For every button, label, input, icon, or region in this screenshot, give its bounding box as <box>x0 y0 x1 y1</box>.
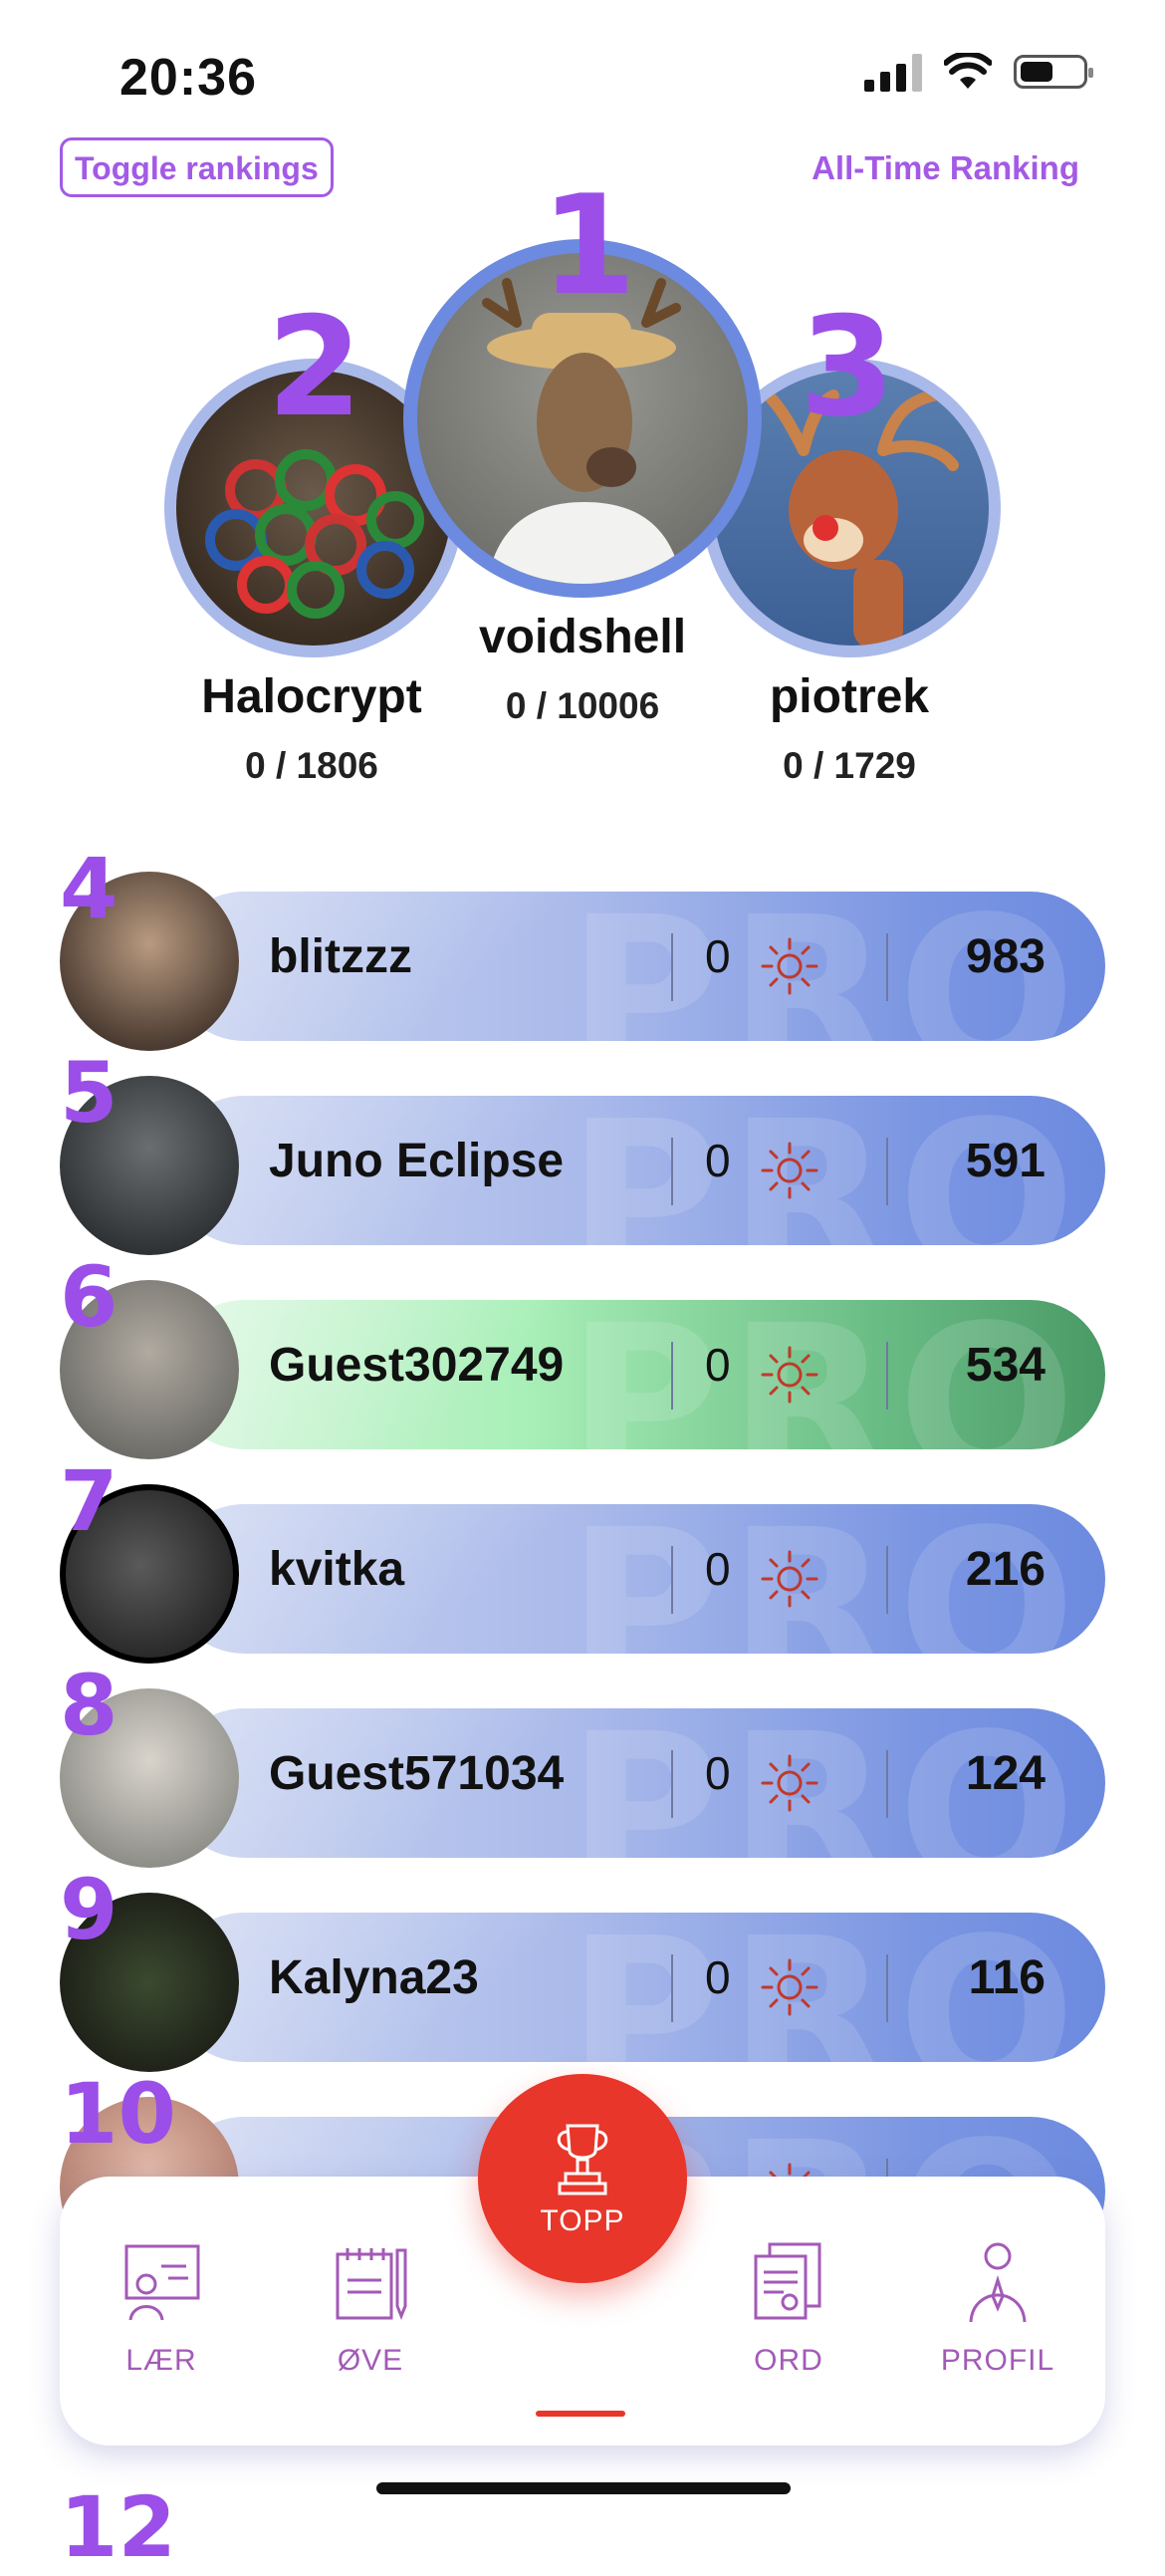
nav-learn-label: LÆR <box>125 2344 197 2377</box>
active-tab-indicator <box>536 2411 625 2417</box>
podium-name-3: piotrek <box>769 670 930 723</box>
divider <box>671 1546 673 1614</box>
streak-count: 0 <box>705 1339 731 1391</box>
podium-name-1: voidshell <box>478 611 687 663</box>
wifi-icon <box>944 53 992 89</box>
podium-score-3: 0 / 1729 <box>783 745 916 786</box>
username: blitzzz <box>269 930 412 983</box>
user-score: 216 <box>965 1543 1046 1596</box>
streak-count: 0 <box>705 930 731 982</box>
sun-icon <box>761 1754 818 1812</box>
profile-person-icon <box>969 2242 1027 2323</box>
notebook-pencil-icon <box>336 2248 407 2321</box>
peek-rank-number: 12 <box>60 2478 176 2576</box>
status-icons <box>864 52 1093 92</box>
divider <box>886 933 888 1001</box>
user-score: 983 <box>965 930 1046 983</box>
ranking-row[interactable]: PRO 6 Guest302749 0 534 <box>60 1255 1105 1459</box>
sun-icon <box>761 937 818 995</box>
nav-words[interactable]: ORD <box>709 2236 868 2378</box>
user-score: 534 <box>965 1339 1046 1392</box>
sun-icon <box>761 1550 818 1608</box>
nav-profile-label: PROFIL <box>940 2344 1055 2377</box>
nav-learn[interactable]: LÆR <box>82 2236 241 2378</box>
podium-rank-3: 3 <box>800 287 896 447</box>
divider <box>671 933 673 1001</box>
rank-number: 4 <box>60 840 118 937</box>
ranking-row[interactable]: PRO 7 kvitka 0 216 <box>60 1459 1105 1664</box>
divider <box>671 1954 673 2022</box>
divider <box>671 1750 673 1818</box>
nav-profile[interactable]: PROFIL <box>918 2236 1077 2378</box>
nav-words-label: ORD <box>754 2344 823 2377</box>
divider <box>886 1954 888 2022</box>
streak-count: 0 <box>705 1135 731 1186</box>
divider <box>886 1750 888 1818</box>
rank-number: 5 <box>60 1044 118 1142</box>
teacher-board-icon <box>124 2244 200 2321</box>
user-score: 591 <box>965 1135 1046 1187</box>
podium-score-2: 0 / 1806 <box>245 745 378 786</box>
username: Juno Eclipse <box>269 1135 565 1187</box>
home-indicator[interactable] <box>376 2482 791 2494</box>
user-score: 116 <box>968 1951 1046 2004</box>
divider <box>886 1342 888 1410</box>
rank-number: 8 <box>60 1657 118 1754</box>
nav-top-fab[interactable]: TOPP <box>478 2074 687 2283</box>
rank-number: 6 <box>60 1248 118 1346</box>
nav-practice-label: ØVE <box>337 2344 404 2377</box>
ranking-row[interactable]: PRO 9 Kalyna23 0 116 <box>60 1868 1105 2072</box>
rank-number: 10 <box>60 2065 176 2163</box>
divider <box>671 1342 673 1410</box>
trophy-icon <box>557 2124 608 2195</box>
ranking-row[interactable]: PRO 4 blitzzz 0 983 <box>60 847 1105 1051</box>
ranking-row[interactable]: PRO 8 Guest571034 0 124 <box>60 1664 1105 1868</box>
nav-practice[interactable]: ØVE <box>291 2236 450 2378</box>
sun-icon <box>761 1958 818 2016</box>
battery-icon <box>1014 55 1093 89</box>
rank-number: 7 <box>60 1452 118 1550</box>
username: Guest302749 <box>269 1339 565 1392</box>
username: Guest571034 <box>269 1747 565 1800</box>
user-score: 124 <box>965 1747 1046 1800</box>
username: Kalyna23 <box>269 1951 479 2004</box>
divider <box>886 1546 888 1614</box>
ranking-row[interactable]: PRO 5 Juno Eclipse 0 591 <box>60 1051 1105 1255</box>
rank-number: 9 <box>60 1861 118 1958</box>
divider <box>886 1138 888 1205</box>
sun-icon <box>761 1346 818 1404</box>
podium-name-2: Halocrypt <box>201 670 422 723</box>
username: kvitka <box>269 1543 405 1596</box>
nav-top-label: TOPP <box>540 2204 625 2237</box>
status-time: 20:36 <box>119 49 257 107</box>
streak-count: 0 <box>705 1951 731 2003</box>
toggle-rankings-button[interactable]: Toggle rankings <box>60 137 334 197</box>
all-time-ranking-link[interactable]: All-Time Ranking <box>812 149 1079 187</box>
cellular-signal-icon <box>864 52 922 92</box>
streak-count: 0 <box>705 1543 731 1595</box>
sun-icon <box>761 1142 818 1199</box>
streak-count: 0 <box>705 1747 731 1799</box>
podium-rank-1: 1 <box>541 165 637 326</box>
podium-rank-2: 2 <box>267 287 363 447</box>
documents-icon <box>754 2242 821 2320</box>
divider <box>671 1138 673 1205</box>
